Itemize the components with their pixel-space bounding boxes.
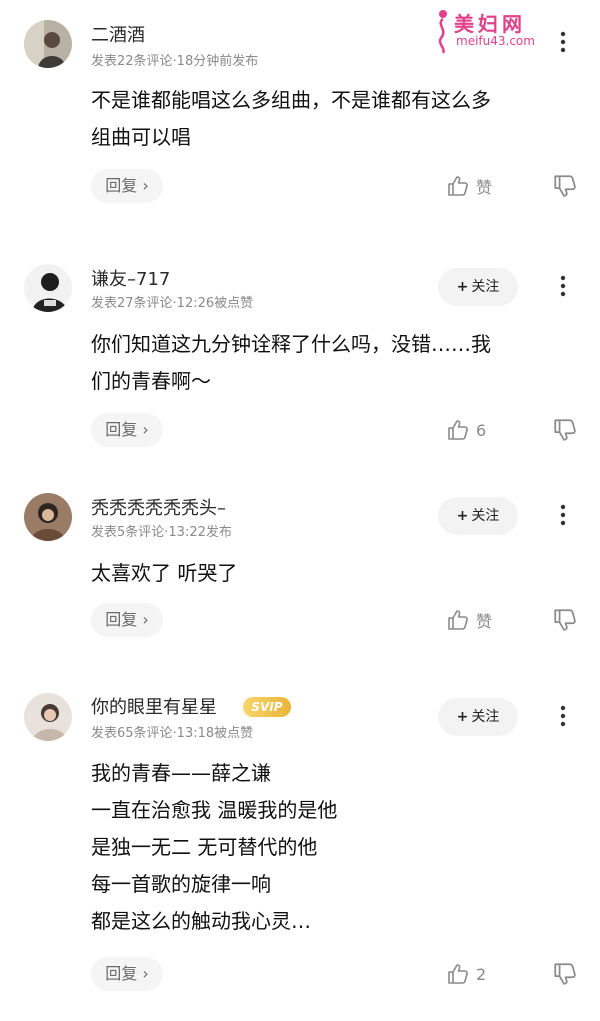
username[interactable]: 你的眼里有星星 bbox=[91, 693, 217, 719]
more-vertical-icon[interactable] bbox=[553, 704, 573, 728]
follow-label: 关注 bbox=[471, 709, 500, 725]
content-line: 组曲可以唱 bbox=[91, 125, 191, 149]
thumbs-down-icon[interactable] bbox=[552, 173, 578, 199]
reply-button[interactable]: 回复 › bbox=[91, 957, 163, 991]
like-button[interactable]: 2 bbox=[446, 961, 486, 987]
like-button[interactable]: 赞 bbox=[446, 607, 492, 633]
plus-icon: + bbox=[456, 709, 469, 725]
like-count: 6 bbox=[476, 420, 487, 440]
reply-button[interactable]: 回复 › bbox=[91, 603, 163, 637]
thumbs-up-icon bbox=[448, 964, 468, 984]
content-line: 是独一无二 无可替代的他 bbox=[91, 835, 318, 859]
more-vertical-icon[interactable] bbox=[553, 30, 573, 54]
avatar[interactable] bbox=[24, 493, 72, 541]
comment-meta: 发表5条评论·13:22发布 bbox=[91, 525, 232, 540]
content-line: 不是谁都能唱这么多组曲，不是谁都有这么多 bbox=[91, 88, 491, 112]
plus-icon: + bbox=[456, 279, 469, 295]
follow-label: 关注 bbox=[471, 279, 500, 295]
follow-label: 关注 bbox=[471, 508, 500, 524]
like-button[interactable]: 赞 bbox=[446, 173, 492, 199]
content-line: 一直在治愈我 温暖我的是他 bbox=[91, 798, 338, 822]
comment-content: 不是谁都能唱这么多组曲，不是谁都有这么多 组曲可以唱 bbox=[91, 82, 581, 156]
content-line: 们的青春啊～ bbox=[91, 369, 211, 393]
reply-button[interactable]: 回复 › bbox=[91, 413, 163, 447]
comment-list-page: 美妇网 meifu43.com 二酒酒 发表22条评论·18分钟前发布 不是谁都… bbox=[0, 0, 600, 1021]
svip-badge: SVIP bbox=[243, 697, 291, 717]
follow-button[interactable]: + 关注 bbox=[438, 698, 518, 736]
username[interactable]: 二酒酒 bbox=[91, 21, 145, 47]
content-line: 都是这么的触动我心灵… bbox=[91, 909, 311, 933]
username[interactable]: 谦友–717 bbox=[91, 265, 170, 291]
figure-logo-icon bbox=[438, 10, 447, 54]
thumbs-up-icon bbox=[448, 420, 468, 440]
content-line: 我的青春——薛之谦 bbox=[91, 761, 271, 785]
avatar[interactable] bbox=[24, 693, 72, 741]
like-button[interactable]: 6 bbox=[446, 417, 486, 443]
more-vertical-icon[interactable] bbox=[553, 274, 573, 298]
more-vertical-icon[interactable] bbox=[553, 503, 573, 527]
plus-icon: + bbox=[456, 508, 469, 524]
comment-meta: 发表65条评论·13:18被点赞 bbox=[91, 726, 254, 741]
follow-button[interactable]: + 关注 bbox=[438, 497, 518, 535]
thumbs-up-icon bbox=[448, 176, 468, 196]
like-count: 赞 bbox=[476, 178, 493, 197]
comment-meta: 发表27条评论·12:26被点赞 bbox=[91, 296, 254, 311]
avatar[interactable] bbox=[24, 20, 72, 68]
follow-button[interactable]: + 关注 bbox=[438, 268, 518, 306]
watermark-site-name: 美妇网 bbox=[454, 12, 526, 36]
content-line: 太喜欢了 听哭了 bbox=[91, 561, 238, 585]
thumbs-down-icon[interactable] bbox=[552, 961, 578, 987]
thumbs-down-icon[interactable] bbox=[552, 607, 578, 633]
reply-button[interactable]: 回复 › bbox=[91, 169, 163, 203]
username[interactable]: 秃秃秃秃秃秃头– bbox=[91, 494, 226, 520]
avatar[interactable] bbox=[24, 264, 72, 312]
like-count: 2 bbox=[476, 964, 487, 984]
comment-content: 我的青春——薛之谦 一直在治愈我 温暖我的是他 是独一无二 无可替代的他 每一首… bbox=[91, 755, 581, 940]
content-line: 每一首歌的旋律一响 bbox=[91, 872, 271, 896]
like-count: 赞 bbox=[476, 612, 493, 631]
comment-content: 太喜欢了 听哭了 bbox=[91, 555, 581, 592]
watermark-url: meifu43.com bbox=[456, 34, 535, 48]
thumbs-up-icon bbox=[448, 610, 468, 630]
comment-meta: 发表22条评论·18分钟前发布 bbox=[91, 54, 259, 69]
comment-content: 你们知道这九分钟诠释了什么吗，没错……我 们的青春啊～ bbox=[91, 326, 581, 400]
content-line: 你们知道这九分钟诠释了什么吗，没错……我 bbox=[91, 332, 491, 356]
thumbs-down-icon[interactable] bbox=[552, 417, 578, 443]
